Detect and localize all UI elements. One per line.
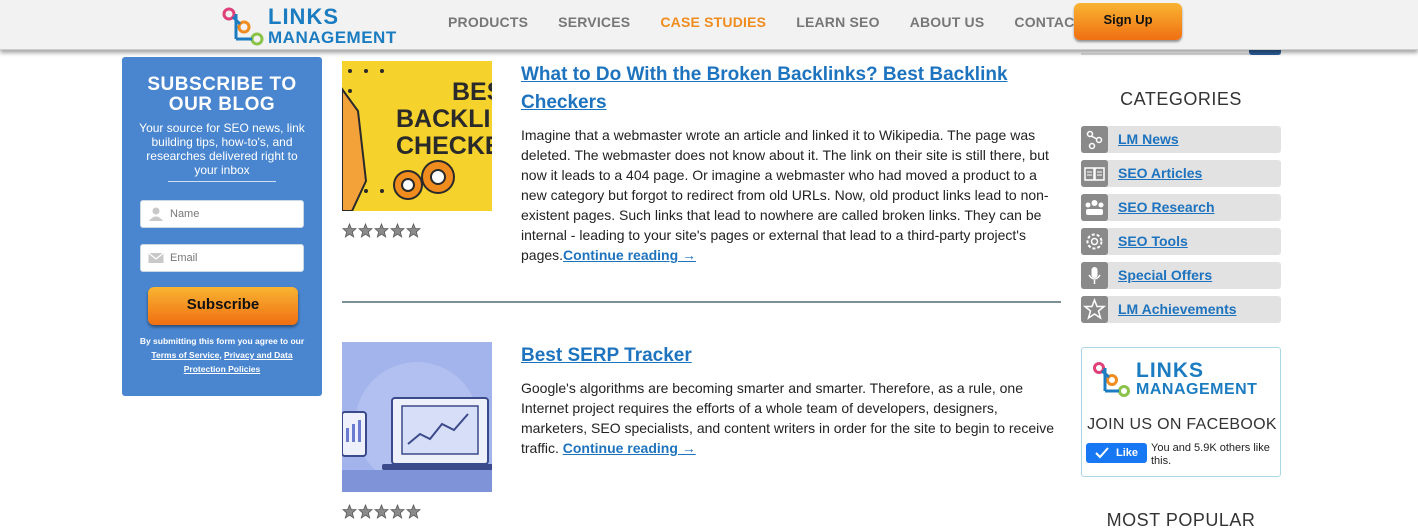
post-thumbnail[interactable] [342,342,492,492]
post-excerpt: Imagine that a webmaster wrote an articl… [521,125,1063,265]
name-placeholder: Name [170,208,200,220]
category-label: SEO Research [1118,199,1215,215]
subscribe-title-line-1: SUBSCRIBE TO [147,74,297,95]
envelope-icon [148,252,164,263]
gear-icon [1081,228,1108,255]
book-icon [1081,160,1108,187]
main-nav: PRODUCTS SERVICES CASE STUDIES LEARN SEO… [448,14,1137,30]
category-label: SEO Tools [1118,233,1188,249]
fb-logo-line-2: MANAGEMENT [1136,381,1258,398]
site-logo[interactable]: LINKS MANAGEMENT [222,6,412,48]
check-icon [1095,447,1109,459]
logo-mark-icon [222,7,264,46]
email-field[interactable]: Email [140,244,304,272]
terms-link[interactable]: Terms of Service [151,350,219,360]
continue-reading-link[interactable]: Continue reading → [563,440,696,456]
category-lm-news[interactable]: LM News [1081,126,1281,153]
subscribe-title-line-2: OUR BLOG [168,94,276,115]
email-placeholder: Email [170,252,198,264]
post-title-link[interactable]: Best SERP Tracker [521,342,1041,370]
star-icon[interactable] [390,223,405,238]
nav-case-studies[interactable]: CASE STUDIES [660,14,766,30]
category-special-offers[interactable]: Special Offers [1081,262,1281,289]
logo-mark-icon [1093,362,1130,397]
thumbnail-text-line: BEST [452,78,492,106]
name-field[interactable]: Name [140,200,304,228]
user-icon [149,207,163,221]
post-rating[interactable] [342,223,421,238]
post-title-link[interactable]: What to Do With the Broken Backlinks? Be… [521,61,1041,117]
category-label: SEO Articles [1118,165,1203,181]
post-excerpt: Google's algorithms are becoming smarter… [521,378,1063,458]
site-header: LINKS MANAGEMENT PRODUCTS SERVICES CASE … [0,0,1418,50]
facebook-like-button[interactable]: Like [1086,443,1147,463]
logo-line-1: LINKS [268,4,339,29]
star-icon[interactable] [342,223,357,238]
star-icon[interactable] [390,504,405,519]
star-icon[interactable] [406,504,421,519]
nav-learn-seo[interactable]: LEARN SEO [796,14,879,30]
subscribe-note: By submitting this form you agree to our… [138,334,306,376]
subscribe-note-text: By submitting this form you agree to our [139,336,305,346]
category-label: LM News [1118,131,1179,147]
nav-products[interactable]: PRODUCTS [448,14,528,30]
subscribe-description: Your source for SEO news, link building … [139,121,305,177]
star-icon[interactable] [358,223,373,238]
nav-services[interactable]: SERVICES [558,14,630,30]
category-seo-articles[interactable]: SEO Articles [1081,160,1281,187]
facebook-widget: LINKS MANAGEMENT JOIN US ON FACEBOOK Lik… [1081,347,1281,477]
search-button[interactable] [1249,50,1281,55]
microphone-icon [1081,262,1108,289]
most-popular-title: MOST POPULAR [1106,510,1256,530]
thumbnail-text-line: BACKLI [396,105,491,133]
star-icon[interactable] [358,504,373,519]
subscribe-button[interactable]: Subscribe [148,287,298,325]
star-icon[interactable] [342,504,357,519]
star-icon[interactable] [374,504,389,519]
thumbnail-text-line: CHECKE [396,132,492,160]
subscribe-box: SUBSCRIBE TO OUR BLOG Your source for SE… [122,57,322,396]
branch-icon [1081,126,1108,153]
team-icon [1081,194,1108,221]
facebook-like-label: Like [1116,447,1139,459]
category-seo-research[interactable]: SEO Research [1081,194,1281,221]
category-lm-achievements[interactable]: LM Achievements [1081,296,1281,323]
category-seo-tools[interactable]: SEO Tools [1081,228,1281,255]
post-excerpt-text: Imagine that a webmaster wrote an articl… [521,127,1049,263]
star-icon[interactable] [374,223,389,238]
post-rating[interactable] [342,504,421,519]
search-bar[interactable] [1081,50,1281,55]
logo-text: LINKS MANAGEMENT [268,4,397,47]
fb-logo-line-1: LINKS [1136,359,1204,382]
signup-button[interactable]: Sign Up [1074,3,1182,40]
subscribe-title: SUBSCRIBE TO OUR BLOG [122,75,322,115]
categories-title: CATEGORIES [1120,89,1242,109]
logo-line-2: MANAGEMENT [268,28,397,47]
facebook-join-title: JOIN US ON FACEBOOK [1087,416,1277,433]
facebook-like-count: You and 5.9K others like this. [1151,442,1270,467]
star-icon[interactable] [406,223,421,238]
post-thumbnail[interactable]: BEST BACKLI CHECKE [342,61,492,211]
nav-about-us[interactable]: ABOUT US [910,14,985,30]
post-divider [342,301,1061,303]
serp-tracker-illustration [342,362,492,492]
star-icon [1081,296,1108,323]
category-label: Special Offers [1118,267,1213,283]
subscribe-divider [168,181,276,182]
continue-reading-link[interactable]: Continue reading → [563,247,696,263]
thumbnail-text: BEST BACKLI CHECKE [396,79,492,160]
category-label: LM Achievements [1118,301,1237,317]
fb-logo-text: LINKS MANAGEMENT [1136,360,1257,398]
